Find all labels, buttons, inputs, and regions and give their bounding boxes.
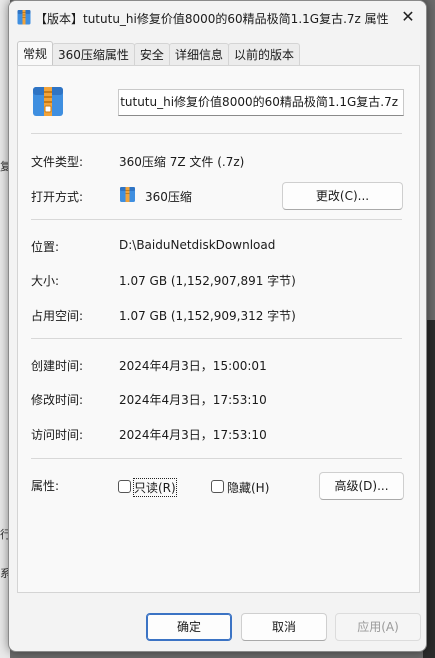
location-value: D:\BaiduNetdiskDownload bbox=[119, 238, 276, 252]
change-button[interactable]: 更改(C)... bbox=[282, 182, 403, 210]
apply-button[interactable]: 应用(A) bbox=[335, 613, 421, 641]
tab-previous-versions[interactable]: 以前的版本 bbox=[227, 43, 300, 65]
properties-dialog: 【版本】tututu_hi修复价值8000的60精品极简1.1G复古.7z 属性… bbox=[8, 0, 427, 652]
size-on-disk-value: 1.07 GB (1,152,909,312 字节) bbox=[119, 309, 296, 323]
advanced-button[interactable]: 高级(D)... bbox=[319, 472, 404, 500]
title-bar[interactable]: 【版本】tututu_hi修复价值8000的60精品极简1.1G复古.7z 属性… bbox=[9, 1, 426, 33]
size-value: 1.07 GB (1,152,907,891 字节) bbox=[119, 274, 296, 288]
location-label: 位置: bbox=[31, 240, 60, 254]
readonly-label[interactable]: 只读(R) bbox=[133, 478, 177, 497]
attributes-label: 属性: bbox=[31, 479, 60, 493]
created-value: 2024年4月3日，15:00:01 bbox=[119, 359, 267, 373]
tab-strip: 常规 360压缩属性 安全 详细信息 以前的版本 bbox=[17, 41, 300, 65]
360-zip-icon bbox=[119, 185, 136, 206]
modified-label: 修改时间: bbox=[31, 393, 84, 407]
window-title: 【版本】tututu_hi修复价值8000的60精品极简1.1G复古.7z 属性 bbox=[35, 12, 389, 26]
accessed-label: 访问时间: bbox=[31, 428, 84, 442]
general-panel bbox=[17, 65, 420, 593]
open-with-value: 360压缩 bbox=[145, 190, 192, 204]
divider bbox=[31, 458, 402, 459]
file-name-text: 【版本】tututu_hi修复价值8000的60精品极简1.1G复古.7z bbox=[119, 95, 398, 109]
hidden-checkbox[interactable] bbox=[211, 480, 224, 493]
readonly-checkbox[interactable] bbox=[118, 480, 131, 493]
file-name-input[interactable]: 【版本】tututu_hi修复价值8000的60精品极简1.1G复古.7z bbox=[118, 89, 404, 116]
created-label: 创建时间: bbox=[31, 359, 84, 373]
tab-general[interactable]: 常规 bbox=[17, 41, 54, 65]
divider bbox=[31, 133, 402, 134]
file-type-value: 360压缩 7Z 文件 (.7z) bbox=[119, 155, 245, 169]
ok-button[interactable]: 确定 bbox=[146, 613, 232, 641]
modified-value: 2024年4月3日，17:53:10 bbox=[119, 393, 267, 407]
size-on-disk-label: 占用空间: bbox=[31, 309, 84, 323]
tab-security[interactable]: 安全 bbox=[133, 43, 170, 65]
divider bbox=[31, 219, 402, 220]
tab-details[interactable]: 详细信息 bbox=[168, 43, 229, 65]
archive-file-icon bbox=[31, 84, 65, 121]
tab-360-archive-properties[interactable]: 360压缩属性 bbox=[52, 43, 135, 65]
hidden-label[interactable]: 隐藏(H) bbox=[227, 479, 269, 496]
file-type-label: 文件类型: bbox=[31, 155, 84, 169]
accessed-value: 2024年4月3日，17:53:10 bbox=[119, 428, 267, 442]
close-icon[interactable]: ✕ bbox=[398, 7, 418, 27]
divider bbox=[31, 338, 402, 339]
size-label: 大小: bbox=[31, 274, 60, 288]
archive-icon bbox=[17, 9, 31, 28]
cancel-button[interactable]: 取消 bbox=[241, 613, 327, 641]
open-with-label: 打开方式: bbox=[31, 190, 84, 204]
